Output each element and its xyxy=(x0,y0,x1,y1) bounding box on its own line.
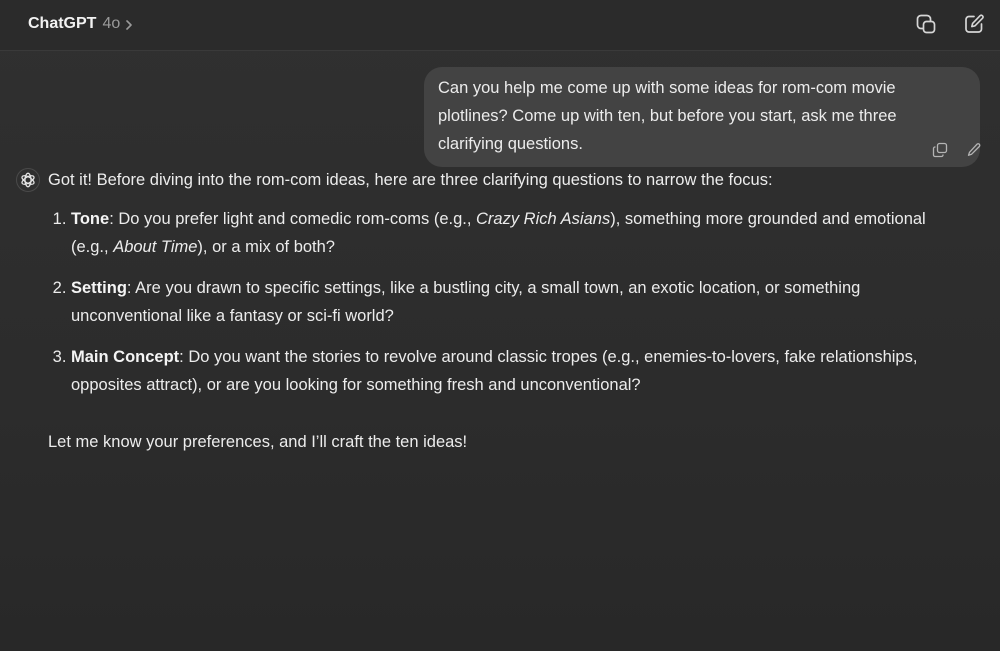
question-text: ), or a mix of both? xyxy=(197,238,335,256)
question-text: : Do you prefer light and comedic rom-co… xyxy=(109,210,477,228)
top-bar: ChatGPT 4o xyxy=(0,0,1000,51)
model-version: 4o xyxy=(102,15,121,32)
question-title: Setting xyxy=(71,279,127,297)
user-message-text: Can you help me come up with some ideas … xyxy=(438,79,897,153)
edit-icon[interactable] xyxy=(966,142,982,158)
question-text: : Are you drawn to specific settings, li… xyxy=(71,279,861,325)
assistant-intro: Got it! Before diving into the rom-com i… xyxy=(48,171,773,189)
assistant-message: Got it! Before diving into the rom-com i… xyxy=(48,166,948,456)
user-message-bubble: Can you help me come up with some ideas … xyxy=(424,67,980,167)
chat-window: ChatGPT 4o Can you help me come up with … xyxy=(0,0,1000,651)
question-title: Tone xyxy=(71,210,110,228)
movie-title: Crazy Rich Asians xyxy=(476,210,611,228)
list-item: Tone: Do you prefer light and comedic ro… xyxy=(71,205,948,261)
assistant-logo-icon xyxy=(16,168,40,192)
movie-title: About Time xyxy=(113,238,198,256)
question-text: : Do you want the stories to revolve aro… xyxy=(71,348,918,394)
clarifying-questions-list: Tone: Do you prefer light and comedic ro… xyxy=(48,205,948,399)
model-selector[interactable]: ChatGPT 4o xyxy=(28,14,134,34)
temporary-chat-icon[interactable] xyxy=(915,13,937,35)
chevron-right-icon xyxy=(124,18,134,30)
list-item: Setting: Are you drawn to specific setti… xyxy=(71,274,948,330)
question-title: Main Concept xyxy=(71,348,180,366)
new-chat-icon[interactable] xyxy=(963,13,985,35)
user-message-actions xyxy=(932,142,982,158)
list-item: Main Concept: Do you want the stories to… xyxy=(71,343,948,399)
model-name: ChatGPT xyxy=(28,15,97,32)
copy-icon[interactable] xyxy=(932,142,948,158)
assistant-closing: Let me know your preferences, and I’ll c… xyxy=(48,433,468,451)
